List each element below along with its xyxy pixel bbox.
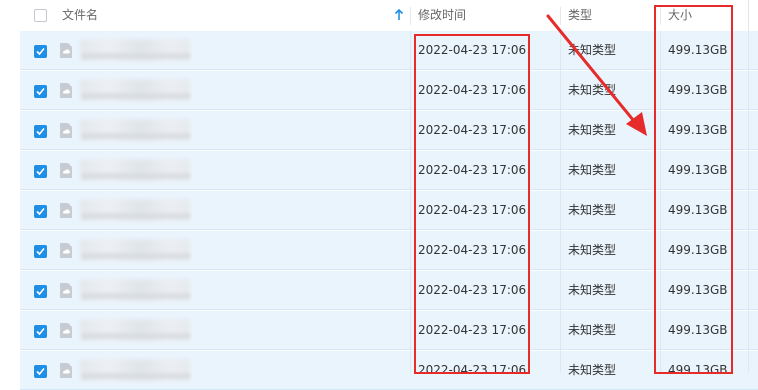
row-checkbox[interactable] — [34, 245, 47, 258]
cloud-file-icon — [60, 123, 72, 138]
row-checkbox[interactable] — [34, 45, 47, 58]
size-cell: 499.13GB — [668, 363, 728, 377]
modified-time-cell: 2022-04-23 17:06 — [418, 163, 527, 177]
modified-time-cell: 2022-04-23 17:06 — [418, 363, 527, 377]
column-header-modified[interactable]: 修改时间 — [418, 0, 466, 31]
blurred-filename-detail — [82, 293, 190, 299]
type-cell: 未知类型 — [568, 363, 617, 377]
size-cell: 499.13GB — [668, 323, 728, 337]
check-icon — [36, 247, 45, 256]
cloud-file-icon — [60, 83, 72, 98]
type-cell: 未知类型 — [568, 163, 617, 177]
type-cell: 未知类型 — [568, 283, 617, 297]
modified-time-cell: 2022-04-23 17:06 — [418, 243, 527, 257]
column-divider — [660, 7, 661, 25]
row-checkbox[interactable] — [34, 205, 47, 218]
modified-time-cell: 2022-04-23 17:06 — [418, 283, 527, 297]
modified-time-cell: 2022-04-23 17:06 — [418, 323, 527, 337]
table-row[interactable]: 2022-04-23 17:06 未知类型 499.13GB — [20, 311, 758, 350]
size-cell: 499.13GB — [668, 163, 728, 177]
size-cell: 499.13GB — [668, 43, 728, 57]
blurred-filename-detail — [82, 213, 190, 219]
blurred-filename-detail — [82, 93, 190, 99]
row-checkbox[interactable] — [34, 125, 47, 138]
column-header-size[interactable]: 大小 — [668, 0, 692, 31]
size-cell: 499.13GB — [668, 123, 728, 137]
check-icon — [36, 47, 45, 56]
blurred-filename-detail — [82, 253, 190, 259]
blurred-filename-detail — [82, 53, 190, 59]
annotation-arrow-icon — [546, 14, 647, 136]
type-cell: 未知类型 — [568, 203, 617, 217]
column-divider — [410, 7, 411, 25]
check-icon — [36, 127, 45, 136]
table-row[interactable]: 2022-04-23 17:06 未知类型 499.13GB — [20, 151, 758, 190]
column-gridline — [660, 31, 661, 372]
blurred-filename-detail — [82, 173, 190, 179]
cloud-file-icon — [60, 203, 72, 218]
blurred-filename-detail — [82, 133, 190, 139]
check-icon — [36, 207, 45, 216]
table-row[interactable]: 2022-04-23 17:06 未知类型 499.13GB — [20, 191, 758, 230]
row-checkbox[interactable] — [34, 165, 47, 178]
row-checkbox[interactable] — [34, 325, 47, 338]
check-icon — [36, 167, 45, 176]
check-icon — [36, 287, 45, 296]
table-row[interactable]: 2022-04-23 17:06 未知类型 499.13GB — [20, 351, 758, 390]
size-cell: 499.13GB — [668, 83, 728, 97]
modified-time-cell: 2022-04-23 17:06 — [418, 43, 527, 57]
type-cell: 未知类型 — [568, 243, 617, 257]
modified-time-cell: 2022-04-23 17:06 — [418, 203, 527, 217]
cloud-file-icon — [60, 43, 72, 58]
table-row[interactable]: 2022-04-23 17:06 未知类型 499.13GB — [20, 271, 758, 310]
size-cell: 499.13GB — [668, 243, 728, 257]
blurred-filename-detail — [82, 373, 190, 379]
modified-time-cell: 2022-04-23 17:06 — [418, 83, 527, 97]
blurred-filename-detail — [82, 333, 190, 339]
type-cell: 未知类型 — [568, 323, 617, 337]
cloud-file-icon — [60, 323, 72, 338]
select-all-checkbox[interactable] — [34, 9, 47, 22]
modified-time-cell: 2022-04-23 17:06 — [418, 123, 527, 137]
row-checkbox[interactable] — [34, 85, 47, 98]
cloud-file-icon — [60, 163, 72, 178]
row-checkbox[interactable] — [34, 285, 47, 298]
size-cell: 499.13GB — [668, 283, 728, 297]
left-gutter — [0, 31, 20, 372]
size-cell: 499.13GB — [668, 203, 728, 217]
check-icon — [36, 327, 45, 336]
cloud-file-icon — [60, 283, 72, 298]
table-row[interactable]: 2022-04-23 17:06 未知类型 499.13GB — [20, 231, 758, 270]
column-header-filename[interactable]: 文件名 — [62, 0, 98, 31]
column-gridline — [410, 31, 411, 372]
sort-arrow-up-icon[interactable] — [393, 8, 405, 22]
cloud-file-icon — [60, 363, 72, 378]
column-gridline — [748, 0, 749, 372]
cloud-file-icon — [60, 243, 72, 258]
check-icon — [36, 87, 45, 96]
